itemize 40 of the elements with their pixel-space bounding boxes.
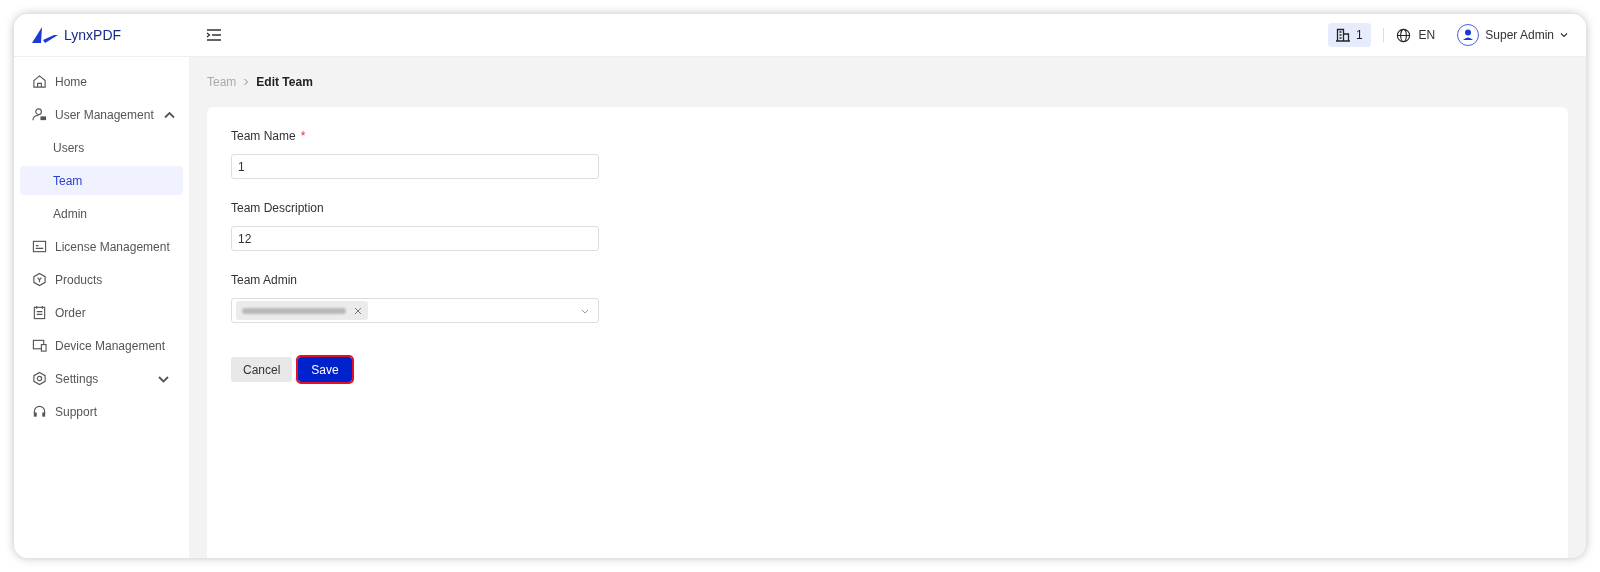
settings-icon	[32, 371, 47, 386]
sidebar-item[interactable]: Users	[20, 133, 183, 162]
logo-icon	[32, 27, 58, 43]
sidebar-item[interactable]: License Management	[20, 232, 183, 261]
save-button[interactable]: Save	[298, 357, 352, 382]
sidebar-item[interactable]: Team	[20, 166, 183, 195]
required-mark: *	[300, 129, 306, 143]
sidebar-item[interactable]: Support	[20, 397, 183, 426]
logo-text: LynxPDF	[64, 27, 122, 43]
avatar-icon	[1457, 24, 1480, 46]
globe-icon	[1395, 27, 1411, 43]
headset-icon	[32, 404, 47, 419]
sidebar-item[interactable]: Admin	[20, 199, 183, 228]
chevron-icon	[1560, 31, 1568, 39]
sidebar-item[interactable]: Products	[20, 265, 183, 294]
breadcrumb-item: Edit Team	[256, 75, 313, 89]
chevron-icon	[242, 78, 251, 86]
card-icon	[32, 239, 47, 254]
sidebar-item[interactable]: Order	[20, 298, 183, 327]
language-selector[interactable]: EN	[1395, 27, 1436, 43]
home-icon	[32, 74, 47, 89]
text-input[interactable]: 1	[231, 154, 599, 179]
field-label: Team Admin	[231, 273, 298, 287]
cancel-button[interactable]: Cancel	[231, 357, 293, 382]
building-icon	[1335, 28, 1350, 42]
menu-icon[interactable]	[206, 28, 222, 42]
sidebar-item[interactable]: Home	[20, 67, 183, 96]
user-menu[interactable]: Super Admin	[1457, 24, 1568, 46]
field-label: Team Description	[231, 201, 324, 215]
user-icon	[32, 107, 47, 122]
text-input[interactable]: 12	[231, 226, 599, 251]
hexagon-icon	[32, 272, 47, 287]
sidebar-item[interactable]: Device Management	[20, 331, 183, 360]
calendar-icon	[32, 305, 47, 320]
field-label: Team Name	[231, 129, 296, 143]
organization-button[interactable]: 1	[1327, 23, 1371, 47]
close-icon[interactable]	[354, 306, 362, 315]
sidebar-item[interactable]: User Management	[20, 100, 183, 129]
sidebar-item[interactable]: Settings	[20, 364, 183, 393]
devices-icon	[32, 338, 47, 353]
